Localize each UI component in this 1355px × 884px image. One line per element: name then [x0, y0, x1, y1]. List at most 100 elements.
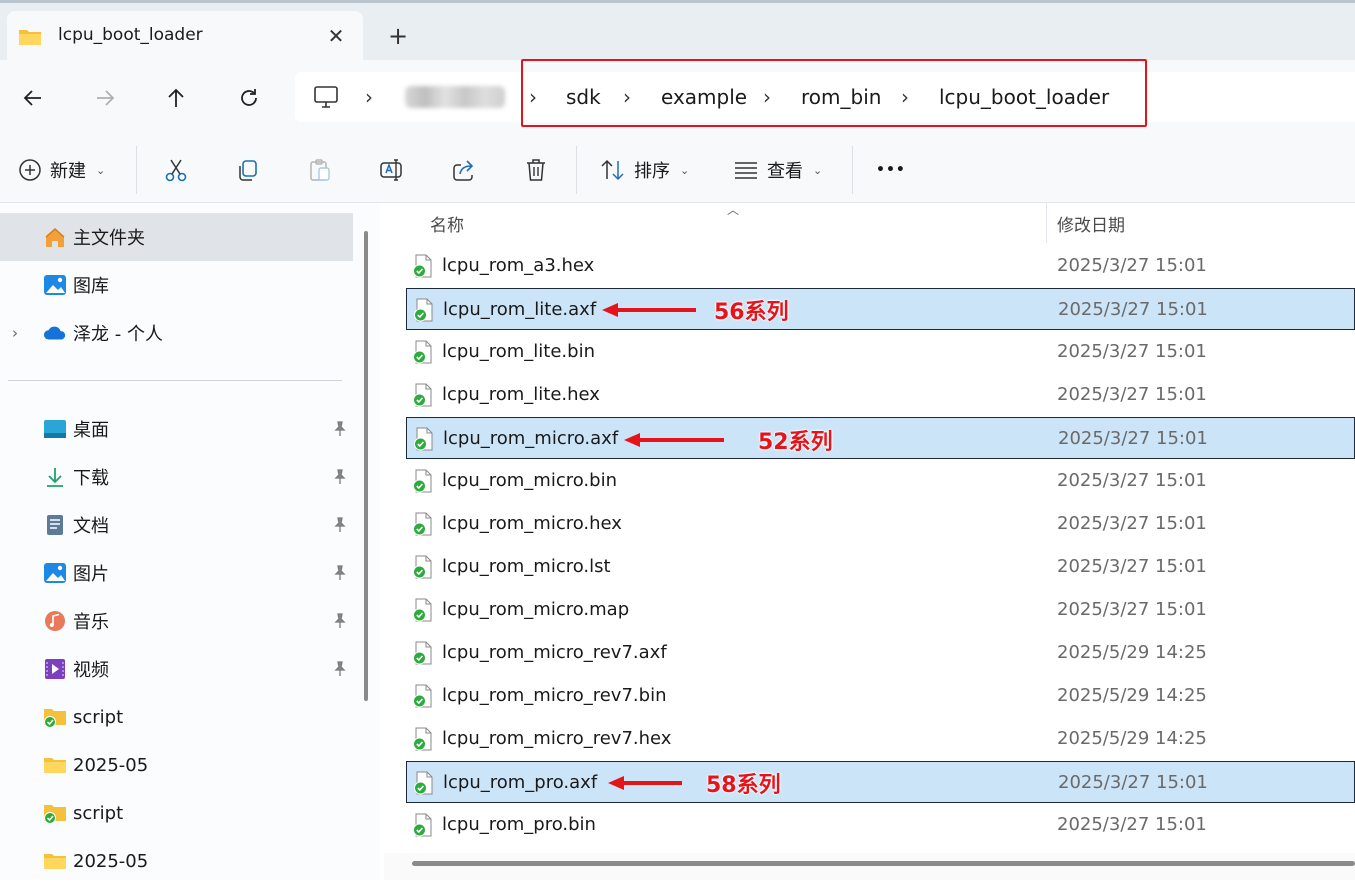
sidebar-item-2025-05[interactable]: 2025-05: [43, 838, 148, 884]
file-name[interactable]: lcpu_rom_lite.bin: [442, 331, 595, 373]
file-name[interactable]: lcpu_rom_lite.hex: [442, 374, 600, 416]
close-tab-icon[interactable]: ✕: [321, 23, 351, 49]
pin-icon[interactable]: [332, 517, 348, 533]
sidebar-label: 2025-05: [73, 850, 149, 872]
file-name[interactable]: lcpu_rom_micro.axf: [443, 418, 618, 460]
chevron-right-icon[interactable]: ›: [12, 324, 18, 342]
tab-bar: lcpu_boot_loader ✕ +: [0, 0, 1355, 60]
synced-file-icon: [413, 469, 432, 493]
view-button[interactable]: 查看 ⌄: [733, 152, 822, 188]
synced-folder-icon: [43, 705, 67, 729]
file-name[interactable]: lcpu_rom_pro.axf: [443, 762, 597, 804]
file-row[interactable]: lcpu_rom_micro_rev7.bin 2025/5/29 14:25: [406, 675, 1355, 717]
file-row[interactable]: lcpu_rom_micro.lst 2025/3/27 15:01: [406, 546, 1355, 588]
horizontal-scrollbar[interactable]: [412, 861, 1355, 866]
paste-button[interactable]: [307, 152, 333, 188]
sidebar-item-2025-05[interactable]: 2025-05: [43, 742, 148, 788]
file-name[interactable]: lcpu_rom_micro_rev7.hex: [442, 718, 671, 760]
file-row[interactable]: lcpu_rom_lite.hex 2025/3/27 15:01: [406, 374, 1355, 416]
column-divider[interactable]: [1046, 203, 1047, 243]
file-name[interactable]: lcpu_rom_micro.map: [442, 589, 629, 631]
more-options-button[interactable]: •••: [876, 152, 906, 188]
sidebar-label: 视频: [73, 660, 109, 681]
file-row[interactable]: lcpu_rom_micro.map 2025/3/27 15:01: [406, 589, 1355, 631]
pin-icon[interactable]: [332, 613, 348, 629]
sidebar-item-onedrive[interactable]: 泽龙 - 个人: [43, 310, 163, 356]
file-row[interactable]: lcpu_rom_micro.bin 2025/3/27 15:01: [406, 460, 1355, 502]
sidebar-label: 图库: [73, 276, 109, 297]
synced-file-icon: [414, 298, 433, 322]
sidebar-item-desktop[interactable]: 桌面: [43, 406, 109, 452]
back-button[interactable]: [15, 80, 51, 116]
column-header-modified[interactable]: 修改日期: [1057, 211, 1125, 241]
download-icon: [43, 465, 67, 489]
synced-file-icon: [414, 771, 433, 795]
pin-icon[interactable]: [332, 661, 348, 677]
file-name[interactable]: lcpu_rom_micro_rev7.axf: [442, 632, 667, 674]
refresh-button[interactable]: [231, 80, 267, 116]
file-modified-date: 2025/3/27 15:01: [1057, 599, 1207, 620]
sidebar-item-music[interactable]: 音乐: [43, 598, 109, 644]
file-row[interactable]: lcpu_rom_a3.hex 2025/3/27 15:01: [406, 245, 1355, 287]
file-modified-date: 2025/3/27 15:01: [1057, 556, 1207, 577]
sidebar-item-home[interactable]: 主文件夹: [43, 214, 145, 260]
pin-icon[interactable]: [332, 421, 348, 437]
file-name[interactable]: lcpu_rom_micro.bin: [442, 460, 617, 502]
pin-icon[interactable]: [332, 565, 348, 581]
desktop-icon: [43, 417, 67, 441]
forward-button[interactable]: [87, 80, 123, 116]
file-name[interactable]: lcpu_rom_micro.hex: [442, 503, 622, 545]
new-tab-button[interactable]: +: [382, 22, 414, 52]
file-modified-date: 2025/3/27 15:01: [1057, 814, 1207, 835]
up-button[interactable]: [158, 80, 194, 116]
sidebar-item-pictures[interactable]: 图片: [43, 550, 109, 596]
copy-icon: [239, 160, 257, 181]
cut-button[interactable]: [163, 152, 189, 188]
file-row[interactable]: lcpu_rom_lite.bin 2025/3/27 15:01: [406, 331, 1355, 373]
share-icon: [453, 160, 474, 181]
sidebar-item-downloads[interactable]: 下载: [43, 454, 109, 500]
sidebar-item-script[interactable]: script: [43, 790, 123, 836]
pin-icon[interactable]: [332, 469, 348, 485]
share-button[interactable]: [451, 152, 477, 188]
red-arrow-icon: [624, 433, 724, 447]
file-name[interactable]: lcpu_rom_pro.bin: [442, 804, 596, 846]
file-name[interactable]: lcpu_rom_micro.lst: [442, 546, 611, 588]
sidebar-item-script[interactable]: script: [43, 694, 123, 740]
copy-button[interactable]: [235, 152, 261, 188]
tab-lcpu-boot-loader[interactable]: lcpu_boot_loader ✕: [7, 11, 363, 60]
chevron-down-icon: ⌄: [680, 163, 690, 177]
column-header-name[interactable]: 名称: [430, 211, 464, 241]
file-name[interactable]: lcpu_rom_micro_rev7.bin: [442, 675, 666, 717]
file-row[interactable]: lcpu_rom_micro.axf 2025/3/27 15:01: [406, 417, 1355, 459]
file-row[interactable]: lcpu_rom_micro_rev7.axf 2025/5/29 14:25: [406, 632, 1355, 674]
sidebar-label: script: [73, 706, 124, 728]
rename-button[interactable]: [379, 152, 405, 188]
synced-file-icon: [413, 254, 432, 278]
sidebar-item-gallery[interactable]: 图库: [43, 262, 109, 308]
sidebar-item-videos[interactable]: 视频: [43, 646, 109, 692]
sort-label: 排序: [634, 161, 670, 182]
annotation-56: 56系列: [600, 294, 789, 326]
sidebar-scrollbar[interactable]: [364, 231, 368, 701]
paste-icon: [310, 159, 330, 181]
file-row[interactable]: lcpu_rom_lite.axf 2025/3/27 15:01: [406, 288, 1355, 330]
navigation-pane: 主文件夹 图库 › 泽龙 - 个人 桌面 下载 文档 图片 音乐 视频 scri…: [0, 203, 380, 880]
folder-icon: [43, 849, 67, 873]
delete-button[interactable]: [523, 152, 549, 188]
file-name[interactable]: lcpu_rom_lite.axf: [443, 289, 596, 331]
file-row[interactable]: lcpu_rom_micro_rev7.hex 2025/5/29 14:25: [406, 718, 1355, 760]
file-row[interactable]: lcpu_rom_pro.bin 2025/3/27 15:01: [406, 804, 1355, 846]
pictures-icon: [43, 561, 67, 585]
music-icon: [43, 609, 67, 633]
file-modified-date: 2025/5/29 14:25: [1057, 728, 1207, 749]
synced-file-icon: [413, 340, 432, 364]
sidebar-item-documents[interactable]: 文档: [43, 502, 109, 548]
file-row[interactable]: lcpu_rom_pro.axf 2025/3/27 15:01: [406, 761, 1355, 803]
new-button[interactable]: 新建 ⌄: [18, 152, 105, 188]
sidebar-label: 2025-05: [73, 754, 149, 776]
red-arrow-icon: [608, 776, 682, 790]
file-name[interactable]: lcpu_rom_a3.hex: [442, 245, 594, 287]
sort-button[interactable]: 排序 ⌄: [600, 152, 689, 188]
file-row[interactable]: lcpu_rom_micro.hex 2025/3/27 15:01: [406, 503, 1355, 545]
